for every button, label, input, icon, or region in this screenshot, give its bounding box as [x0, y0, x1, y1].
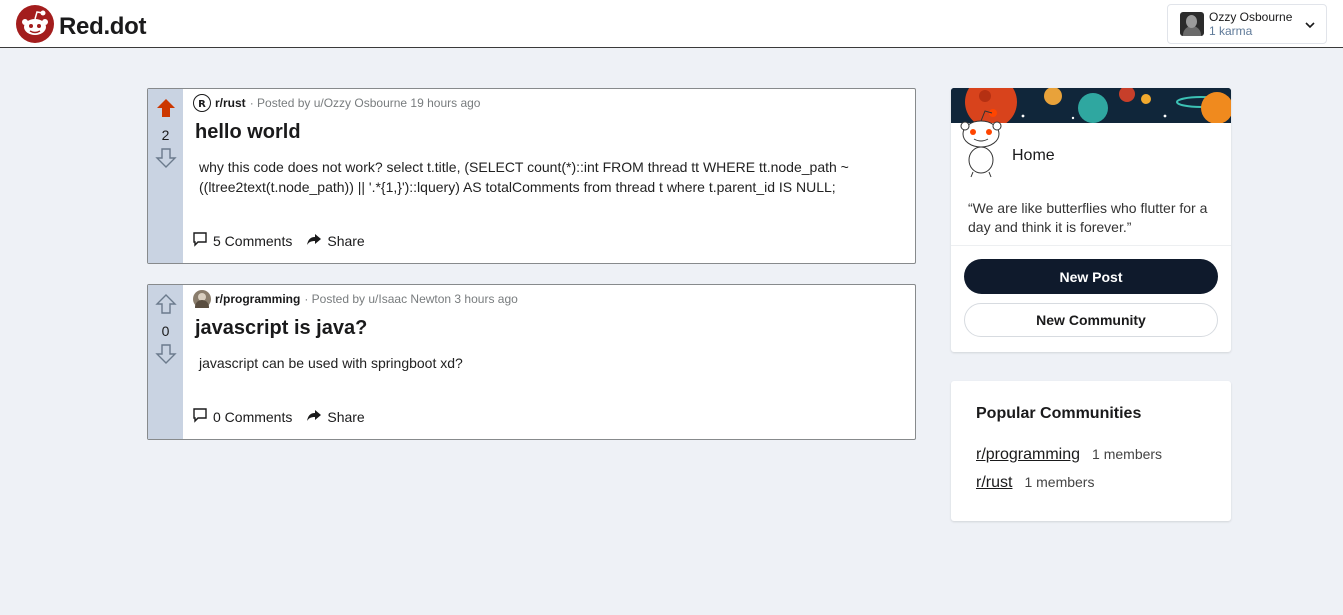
logo[interactable]: Red.dot: [16, 5, 147, 48]
home-card: Home “We are like butterflies who flutte…: [951, 88, 1231, 352]
post-actions: 0 Comments Share: [192, 407, 365, 426]
post-meta: R r/rust · Posted by u/Ozzy Osbourne 19 …: [193, 94, 907, 112]
chevron-down-icon: [1304, 18, 1316, 36]
post-text: javascript can be used with springboot x…: [199, 355, 463, 371]
comments-label: 0 Comments: [213, 408, 293, 425]
post-text: why this code does not work? select t.ti…: [199, 159, 849, 195]
popular-communities-title: Popular Communities: [976, 405, 1142, 422]
vote-column: 0: [148, 285, 183, 439]
popular-communities-card: Popular Communities r/programming 1 memb…: [951, 381, 1231, 521]
rust-logo-icon: R: [193, 94, 211, 112]
list-item: r/programming 1 members: [976, 446, 1231, 474]
community-link[interactable]: r/programming: [976, 446, 1080, 464]
community-list: r/programming 1 members r/rust 1 members: [976, 446, 1231, 502]
subreddit-link[interactable]: r/rust: [215, 96, 246, 110]
post-body: r/programming · Posted by u/Isaac Newton…: [183, 285, 915, 439]
user-menu[interactable]: Ozzy Osbourne 1 karma: [1167, 4, 1327, 44]
vote-count: 0: [161, 323, 170, 339]
post-card[interactable]: 0 r/programming · Posted by u/Isaac Newt…: [147, 284, 916, 440]
post-title[interactable]: javascript is java?: [195, 317, 907, 340]
new-post-button[interactable]: New Post: [964, 259, 1218, 294]
comment-icon: [192, 407, 208, 426]
posted-by: · Posted by u/Isaac Newton 3 hours ago: [304, 292, 518, 306]
share-button[interactable]: Share: [306, 231, 365, 250]
share-button[interactable]: Share: [306, 407, 365, 426]
reddit-logo-icon: [16, 5, 54, 48]
upvote-icon[interactable]: [154, 293, 177, 320]
community-avatar-icon: [193, 290, 211, 308]
vote-column: 2: [148, 89, 183, 263]
posted-by: · Posted by u/Ozzy Osbourne 19 hours ago: [249, 96, 481, 110]
share-icon: [306, 231, 322, 250]
post-body: R r/rust · Posted by u/Ozzy Osbourne 19 …: [183, 89, 915, 263]
list-item: r/rust 1 members: [976, 474, 1231, 502]
share-label: Share: [327, 408, 365, 425]
comments-label: 5 Comments: [213, 232, 293, 249]
comments-button[interactable]: 5 Comments: [192, 231, 292, 250]
community-link[interactable]: r/rust: [976, 474, 1012, 492]
snoo-mascot-icon: [959, 108, 1005, 178]
comments-button[interactable]: 0 Comments: [192, 407, 292, 426]
top-header: Red.dot Ozzy Osbourne 1 karma: [0, 0, 1343, 48]
downvote-icon[interactable]: [154, 343, 177, 370]
user-info: Ozzy Osbourne 1 karma: [1209, 10, 1292, 38]
upvote-icon[interactable]: [155, 97, 177, 124]
home-label: Home: [1012, 147, 1055, 164]
post-title[interactable]: hello world: [195, 121, 907, 144]
comment-icon: [192, 231, 208, 250]
logo-text: Red.dot: [59, 12, 147, 40]
post-actions: 5 Comments Share: [192, 231, 365, 250]
user-karma: 1 karma: [1209, 24, 1253, 38]
share-icon: [306, 407, 322, 426]
user-name: Ozzy Osbourne: [1209, 10, 1293, 24]
home-quote: “We are like butterflies who flutter for…: [968, 200, 1208, 235]
downvote-icon[interactable]: [154, 147, 177, 174]
new-community-button[interactable]: New Community: [964, 303, 1218, 337]
subreddit-link[interactable]: r/programming: [215, 292, 300, 306]
post-meta: r/programming · Posted by u/Isaac Newton…: [193, 290, 907, 308]
post-card[interactable]: 2 R r/rust · Posted by u/Ozzy Osbourne 1…: [147, 88, 916, 264]
share-label: Share: [327, 232, 365, 249]
vote-count: 2: [161, 127, 170, 143]
user-avatar: [1180, 12, 1204, 36]
svg-text:R: R: [198, 99, 206, 109]
community-members: 1 members: [1092, 446, 1163, 462]
divider: [951, 245, 1231, 246]
community-members: 1 members: [1024, 474, 1095, 490]
